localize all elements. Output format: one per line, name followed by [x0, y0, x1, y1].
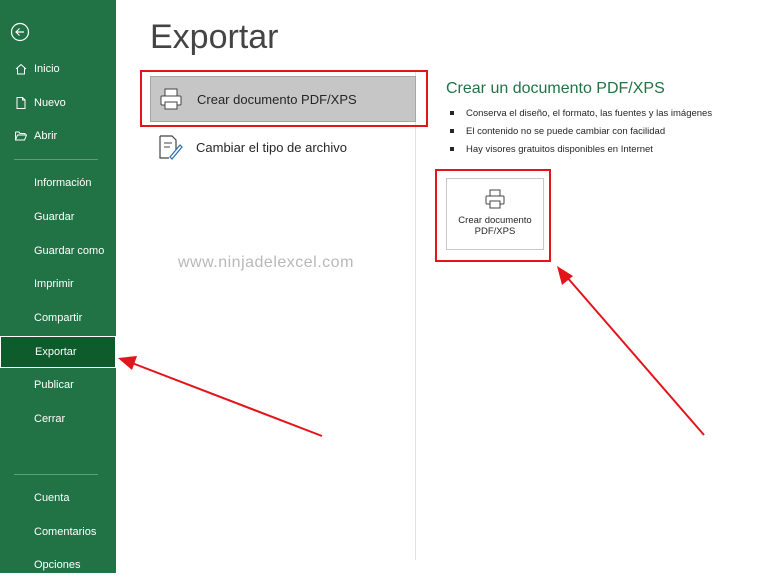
page-title: Exportar — [150, 18, 279, 56]
sidebar-item-label: Abrir — [34, 130, 58, 142]
sidebar-item-opciones[interactable]: Opciones — [0, 550, 116, 580]
red-arrow-left — [118, 356, 323, 437]
bullet-icon — [450, 147, 454, 151]
sidebar-item-label: Inicio — [34, 63, 60, 75]
sidebar-item-imprimir[interactable]: Imprimir — [0, 269, 116, 299]
back-arrow-icon[interactable] — [10, 22, 30, 42]
option-change-file-type[interactable]: Cambiar el tipo de archivo — [150, 124, 416, 170]
bullet-icon — [450, 111, 454, 115]
change-filetype-icon — [159, 135, 183, 160]
sidebar-item-label: Nuevo — [34, 97, 66, 109]
backstage-sidebar: Inicio Nuevo Abrir Información Guardar G… — [0, 0, 116, 573]
sidebar-item-compartir[interactable]: Compartir — [0, 303, 116, 333]
sidebar-item-inicio[interactable]: Inicio — [0, 54, 116, 84]
sidebar-item-label: Información — [34, 177, 92, 189]
list-item: Conserva el diseño, el formato, las fuen… — [450, 104, 712, 122]
sidebar-item-label: Guardar — [34, 211, 75, 223]
detail-bullet-list: Conserva el diseño, el formato, las fuen… — [450, 104, 712, 158]
sidebar-item-label: Exportar — [35, 346, 77, 358]
sidebar-item-label: Cerrar — [34, 413, 66, 425]
sidebar-divider — [14, 474, 98, 475]
watermark-text: www.ninjadelexcel.com — [178, 254, 354, 271]
sidebar-item-label: Imprimir — [34, 278, 74, 290]
list-item: El contenido no se puede cambiar con fac… — [450, 122, 712, 140]
sidebar-item-label: Guardar como — [34, 245, 105, 257]
highlight-box-option — [140, 70, 428, 127]
sidebar-item-comentarios[interactable]: Comentarios — [0, 517, 116, 547]
highlight-box-button — [435, 169, 551, 262]
red-arrow-right — [557, 266, 705, 436]
sidebar-item-publicar[interactable]: Publicar — [0, 370, 116, 400]
list-item: Hay visores gratuitos disponibles en Int… — [450, 140, 712, 158]
sidebar-item-nuevo[interactable]: Nuevo — [0, 88, 116, 118]
sidebar-item-label: Comentarios — [34, 526, 97, 538]
sidebar-item-label: Cuenta — [34, 492, 70, 504]
option-label: Cambiar el tipo de archivo — [196, 139, 348, 155]
folder-open-icon — [15, 131, 28, 141]
sidebar-item-guardar-como[interactable]: Guardar como — [0, 236, 116, 266]
home-icon — [15, 63, 27, 75]
sidebar-item-informacion[interactable]: Información — [0, 168, 116, 198]
sidebar-item-label: Compartir — [34, 312, 83, 324]
sidebar-item-exportar[interactable]: Exportar — [0, 336, 116, 368]
sidebar-item-guardar[interactable]: Guardar — [0, 202, 116, 232]
new-document-icon — [16, 97, 26, 109]
bullet-text: Hay visores gratuitos disponibles en Int… — [466, 143, 653, 155]
bullet-text: El contenido no se puede cambiar con fac… — [466, 125, 666, 137]
sidebar-item-label: Opciones — [34, 559, 81, 571]
bullet-text: Conserva el diseño, el formato, las fuen… — [466, 107, 713, 119]
bullet-icon — [450, 129, 454, 133]
sidebar-item-cerrar[interactable]: Cerrar — [0, 404, 116, 434]
sidebar-item-cuenta[interactable]: Cuenta — [0, 483, 116, 513]
sidebar-item-label: Publicar — [34, 379, 74, 391]
detail-title: Crear un documento PDF/XPS — [446, 80, 665, 97]
sidebar-divider — [14, 159, 98, 160]
sidebar-item-abrir[interactable]: Abrir — [0, 121, 116, 151]
